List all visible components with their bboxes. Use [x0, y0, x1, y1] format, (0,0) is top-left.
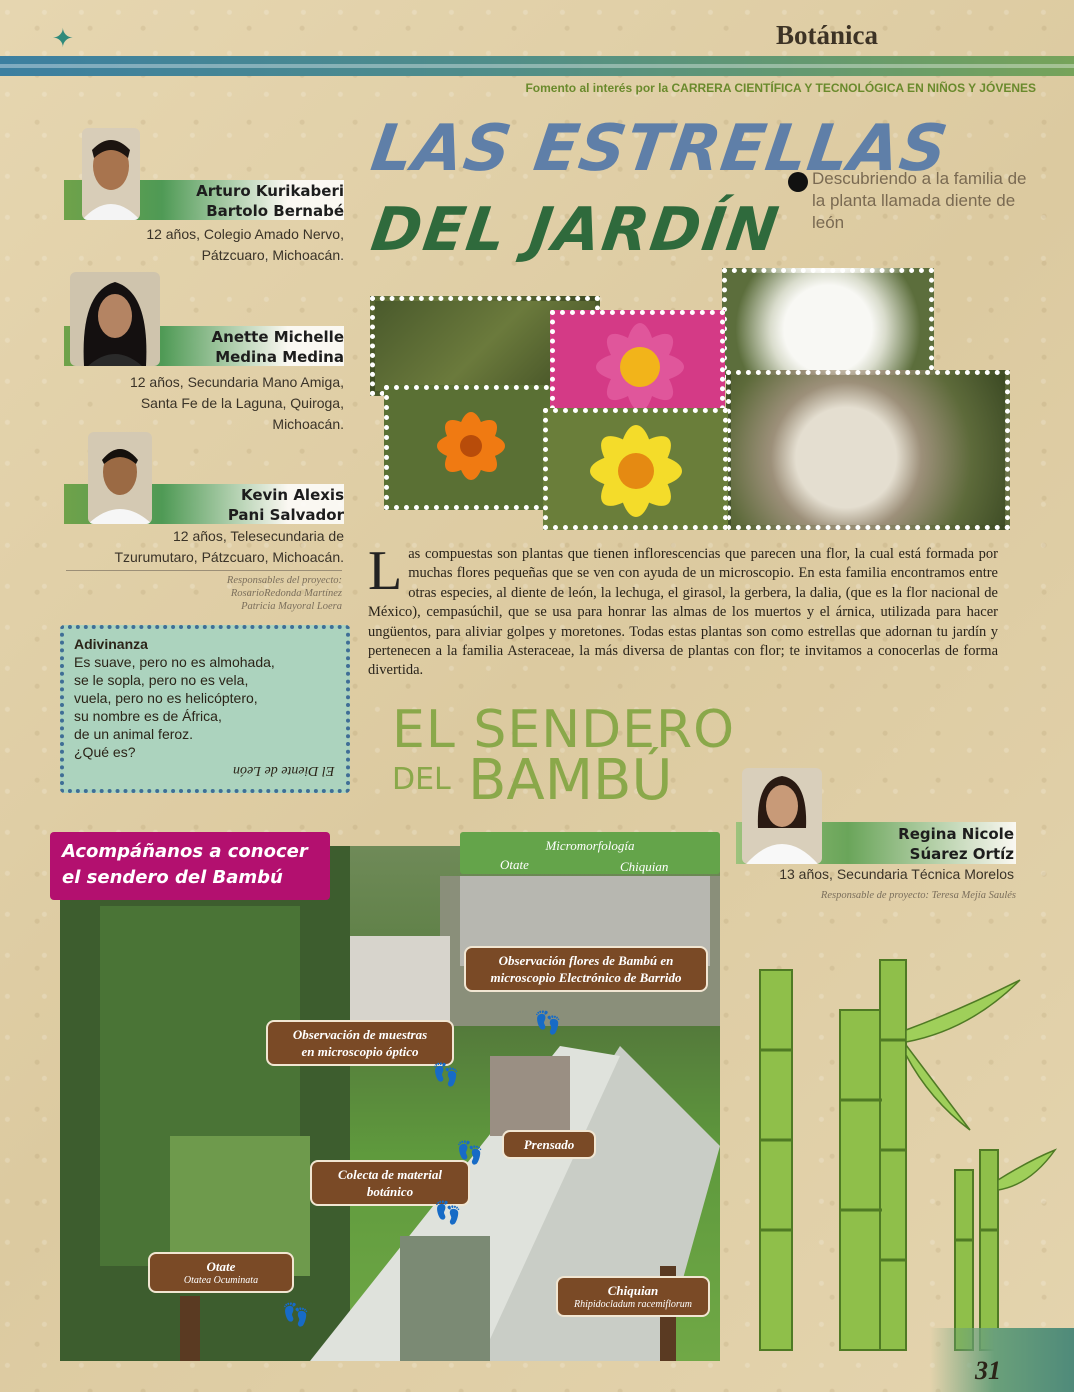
sendero-title-del: DEL	[392, 762, 451, 797]
riddle-heading: Adivinanza	[74, 636, 148, 652]
footprints-icon: 👣	[456, 1140, 484, 1165]
author-info-line1: 13 años, Secundaria Técnica Morelos	[779, 866, 1014, 882]
riddle-line: vuela, pero no es helicóptero,	[74, 690, 258, 706]
section-title: Botánica	[776, 20, 879, 50]
footprints-icon: 👣	[432, 1062, 460, 1087]
white-flower-photo	[722, 268, 934, 380]
author-info-line2: Tzurumutaro, Pátzcuaro, Michoacán.	[114, 549, 344, 565]
footprints-icon: 👣	[534, 1010, 562, 1035]
author-info-line2: Santa Fe de la Laguna, Quiroga,	[140, 395, 344, 411]
author-name-line2: Bartolo Bernabé	[206, 202, 344, 220]
dandelion-photo	[726, 370, 1010, 530]
footprints-icon: 👣	[282, 1302, 310, 1327]
header-band	[0, 56, 1074, 76]
footprints-icon: 👣	[434, 1200, 462, 1225]
riddle-line: se le sopla, pero no es vela,	[74, 672, 249, 688]
riddle-line: su nombre es de África,	[74, 708, 222, 724]
project-responsables: Responsables del proyecto: RosarioRedond…	[66, 570, 342, 613]
riddle-line: ¿Qué es?	[74, 744, 136, 760]
author-photo	[82, 128, 140, 220]
bamboo-banner: Acompáñanos a conocer el sendero del Bam…	[50, 832, 330, 900]
label-chiquian: Chiquian Rhipidocladum racemiflorum	[556, 1276, 710, 1317]
project-responsable: Responsable de proyecto: Teresa Mejía Sa…	[820, 890, 1016, 901]
author-card-1: Arturo Kurikaberi Bartolo Bernabé 12 año…	[64, 128, 344, 263]
author-info-line1: 12 años, Colegio Amado Nervo,	[146, 226, 344, 242]
article-text: as compuestas son plantas que tienen inf…	[368, 546, 998, 679]
author-card-3: Kevin Alexis Pani Salvador 12 años, Tele…	[64, 432, 344, 567]
author-name-line1: Regina Nicole	[898, 825, 1014, 843]
label-prensado: Prensado	[502, 1130, 596, 1159]
sendero-title-bambu: BAMBÚ	[468, 748, 673, 813]
page-corner-band	[930, 1328, 1074, 1392]
author-info-line1: 12 años, Telesecundaria de	[173, 528, 344, 544]
author-info-line2: Pátzcuaro, Michoacán.	[201, 247, 344, 263]
article-subtitle: Descubriendo a la familia de la planta l…	[788, 168, 1030, 234]
bullet-icon	[788, 172, 808, 192]
riddle-line: de un animal feroz.	[74, 726, 194, 742]
drop-cap: L	[368, 540, 403, 602]
bamboo-illustration	[759, 959, 1058, 1351]
label-sem: Observación flores de Bambú en microscop…	[464, 946, 708, 992]
author-name-line1: Anette Michelle	[211, 328, 344, 346]
yellow-flower-photo	[543, 408, 728, 530]
orange-flower-photo	[384, 385, 559, 510]
riddle-answer: El Diente de León	[232, 763, 334, 778]
author-name-line2: Súarez Ortíz	[909, 845, 1014, 863]
micromorphology-header: Micromorfología Otate Chiquian	[460, 832, 720, 874]
label-optical: Observación de muestras en microscopio ó…	[266, 1020, 454, 1066]
label-otate: Otate Otatea Ocuminata	[148, 1252, 294, 1293]
author-info-line1: 12 años, Secundaria Mano Amiga,	[129, 374, 344, 390]
author-name-line1: Arturo Kurikaberi	[196, 182, 344, 200]
author-name-line2: Medina Medina	[215, 348, 344, 366]
author-name-line2: Pani Salvador	[227, 506, 344, 524]
magazine-logo-icon: ✦	[52, 24, 74, 54]
riddle-box: Adivinanza Es suave, pero no es almohada…	[60, 625, 350, 793]
article-body: L as compuestas son plantas que tienen i…	[368, 540, 998, 681]
author-photo	[70, 272, 160, 366]
author-card-2: Anette Michelle Medina Medina 12 años, S…	[64, 272, 344, 432]
article-title-line2: DEL JARDÍN	[367, 195, 785, 265]
author-name-line1: Kevin Alexis	[240, 486, 344, 504]
riddle-line: Es suave, pero no es almohada,	[74, 654, 275, 670]
tagline: Fomento al interés por la CARRERA CIENTÍ…	[525, 81, 1036, 95]
author-photo	[88, 432, 152, 524]
pink-flower-photo	[550, 310, 725, 420]
page-number: 31	[975, 1356, 1001, 1385]
